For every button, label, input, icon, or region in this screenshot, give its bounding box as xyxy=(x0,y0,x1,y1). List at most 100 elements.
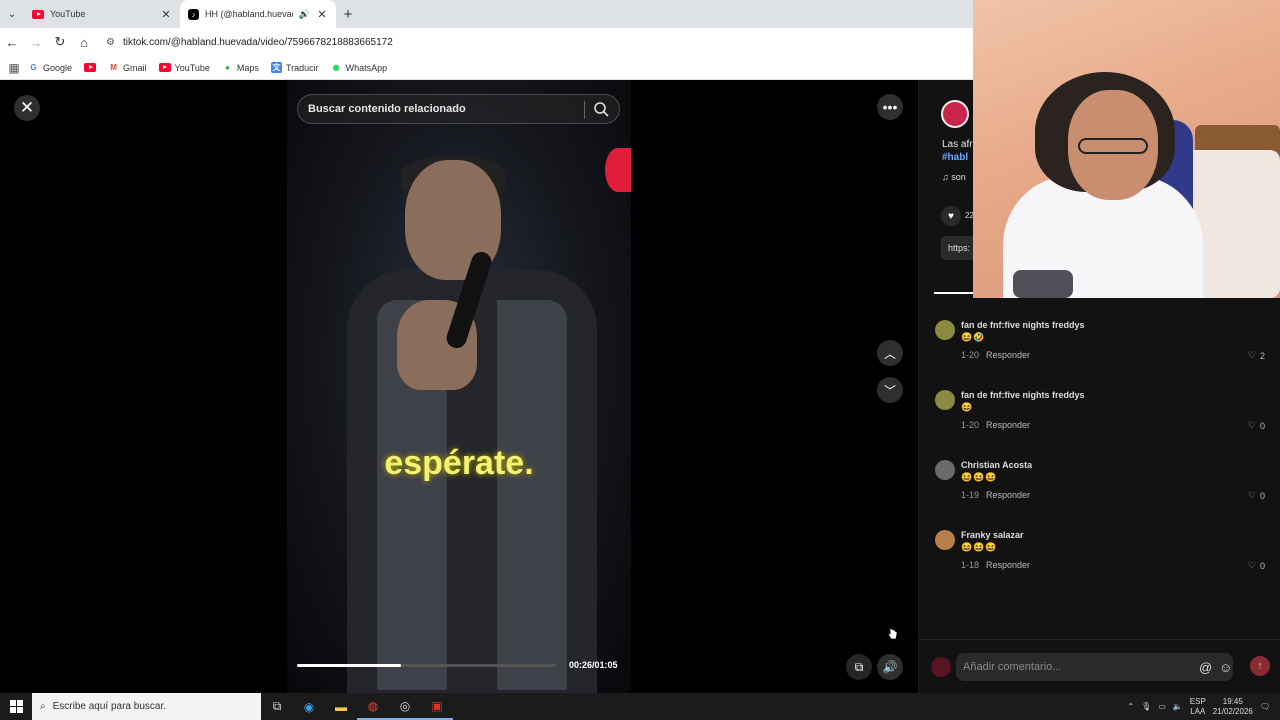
next-video-chevron-down-icon[interactable]: ﹀ xyxy=(877,377,903,403)
back-icon[interactable]: ← xyxy=(0,28,24,56)
commenter-name[interactable]: Christian Acosta xyxy=(961,460,1032,470)
close-video-button[interactable]: ✕ xyxy=(14,95,40,121)
tab-search-menu-button[interactable]: ⌄ xyxy=(0,0,24,28)
commenter-avatar[interactable] xyxy=(935,320,955,340)
commenter-name[interactable]: fan de fnf:five nights freddys xyxy=(961,320,1085,330)
reply-button[interactable]: Responder xyxy=(986,420,1030,430)
task-view-icon[interactable]: ⧉ xyxy=(261,693,293,720)
creator-avatar[interactable] xyxy=(941,100,969,128)
hand-cursor-icon xyxy=(887,626,897,640)
forward-icon[interactable]: → xyxy=(24,28,48,56)
floating-player-icon[interactable]: ⧉ xyxy=(846,654,872,680)
obs-recorder-icon[interactable]: ◎ xyxy=(389,693,421,720)
comments-tab-indicator xyxy=(934,292,974,294)
comment-text: 😆🤣 xyxy=(961,332,986,342)
comment-item: Christian Acosta 😆😆😆 1-19 Responder ♡ 0 xyxy=(919,450,1280,520)
translate-icon: 文 xyxy=(270,62,282,73)
search-icon: ⌕ xyxy=(40,701,46,712)
comment-like-button[interactable]: ♡ 2 xyxy=(1248,350,1265,361)
heart-outline-icon: ♡ xyxy=(1247,420,1256,430)
windows-taskbar: ⌕ Escribe aquí para buscar. ⧉ ◉ ▬ ◍ ◎ ▣ … xyxy=(0,693,1280,720)
chrome-icon[interactable]: ◍ xyxy=(357,693,389,720)
taskbar-search-input[interactable]: ⌕ Escribe aquí para buscar. xyxy=(32,693,261,720)
reload-icon[interactable]: ↻ xyxy=(48,28,72,56)
browser-toolbar: ← → ↻ ⌂ ⚙ tiktok.com/@habland.huevada/vi… xyxy=(0,28,973,56)
heart-outline-icon: ♡ xyxy=(1247,350,1256,360)
reply-button[interactable]: Responder xyxy=(986,350,1030,360)
apps-grid-icon[interactable]: ▦ xyxy=(0,61,28,75)
bookmark-maps[interactable]: ● Maps xyxy=(222,62,259,73)
file-explorer-icon[interactable]: ▬ xyxy=(325,693,357,720)
site-info-icon[interactable]: ⚙ xyxy=(106,37,115,48)
comment-item: Franky salazar 😆😆😆 1-18 Responder ♡ 0 xyxy=(919,520,1280,590)
video-player[interactable]: espérate. xyxy=(287,80,631,693)
chevron-up-icon[interactable]: ⌃ xyxy=(1127,702,1134,711)
address-bar[interactable]: ⚙ tiktok.com/@habland.huevada/video/7596… xyxy=(100,31,960,53)
reply-button[interactable]: Responder xyxy=(986,560,1030,570)
youtube-icon xyxy=(32,9,44,19)
close-tab-icon[interactable]: ✕ xyxy=(160,8,172,21)
comment-like-button[interactable]: ♡ 0 xyxy=(1248,560,1265,571)
comment-text: 😆😆😆 xyxy=(961,542,998,552)
emoji-smile-icon[interactable]: ☺ xyxy=(1219,660,1232,675)
language-indicator[interactable]: ESP LAA xyxy=(1190,697,1206,717)
comment-item: fan de fnf:five nights freddys 😆 1-20 Re… xyxy=(919,380,1280,450)
related-search-input[interactable]: Buscar contenido relacionado xyxy=(297,94,620,124)
mention-at-icon[interactable]: @ xyxy=(1199,660,1212,675)
tiktok-icon: ♪ xyxy=(188,8,199,20)
bookmarks-bar: ▦ G Google M Gmail YouTube ● Maps 文 Traducir… xyxy=(0,56,973,80)
comment-like-button[interactable]: ♡ 0 xyxy=(1248,490,1265,501)
music-row[interactable]: ♫ son xyxy=(942,172,966,182)
youtube-icon xyxy=(158,63,171,72)
comment-input[interactable]: Añadir comentario... xyxy=(956,653,1233,681)
bookmark-translate[interactable]: 文 Traducir xyxy=(270,62,319,73)
network-icon[interactable]: ▭ xyxy=(1158,702,1166,711)
volume-icon[interactable]: 🔈 xyxy=(1173,702,1183,711)
system-tray: ⌃ 🎙 ▭ 🔈 ESP LAA 19:45 21/02/2026 🗨 xyxy=(1127,693,1280,720)
comment-like-button[interactable]: ♡ 0 xyxy=(1248,420,1265,431)
music-note-icon: ♫ xyxy=(942,172,949,182)
webcam-overlay xyxy=(973,0,1280,298)
google-icon: G xyxy=(30,63,37,72)
video-frame-person xyxy=(347,156,597,693)
home-icon[interactable]: ⌂ xyxy=(72,28,96,56)
hashtag-link[interactable]: #habl xyxy=(942,151,973,164)
send-arrow-icon[interactable]: ↑ xyxy=(1250,656,1270,676)
reply-button[interactable]: Responder xyxy=(986,490,1030,500)
new-tab-button[interactable]: + xyxy=(336,0,360,28)
commenter-name[interactable]: Franky salazar xyxy=(961,530,1024,540)
bookmark-whatsapp[interactable]: ◉ WhatsApp xyxy=(331,62,388,73)
edge-browser-icon[interactable]: ◉ xyxy=(293,693,325,720)
video-progress-bar[interactable] xyxy=(297,664,556,667)
comment-composer: Añadir comentario... @ ☺ ↑ xyxy=(919,639,1280,693)
close-tab-icon[interactable]: ✕ xyxy=(316,8,328,21)
user-avatar xyxy=(931,657,951,677)
bookmark-gmail[interactable]: M Gmail xyxy=(108,62,146,73)
clock[interactable]: 19:45 21/02/2026 xyxy=(1213,697,1253,717)
heart-icon[interactable]: ♥ xyxy=(941,206,961,226)
comment-item: fan de fnf:five nights freddys 😆🤣 1-20 R… xyxy=(919,310,1280,380)
commenter-avatar[interactable] xyxy=(935,390,955,410)
speaker-icon[interactable]: 🔊 xyxy=(299,9,310,20)
tab-strip: ⌄ YouTube ✕ ♪ HH (@habland.huevada) | T … xyxy=(0,0,973,28)
search-icon[interactable] xyxy=(593,101,609,117)
bookmark-google[interactable]: G Google xyxy=(28,62,72,73)
notifications-icon[interactable]: 🗨 xyxy=(1260,702,1270,711)
heart-outline-icon: ♡ xyxy=(1247,560,1256,570)
tab-tiktok[interactable]: ♪ HH (@habland.huevada) | T 🔊 ✕ xyxy=(180,0,336,28)
bookmark-youtube-shortcut[interactable] xyxy=(84,63,97,72)
comment-text: 😆 xyxy=(961,402,974,412)
comment-date: 1-19 xyxy=(961,490,980,500)
volume-icon[interactable]: 🔊 xyxy=(877,654,903,680)
commenter-avatar[interactable] xyxy=(935,460,955,480)
comment-date: 1-20 xyxy=(961,420,980,430)
game-app-icon[interactable]: ▣ xyxy=(421,693,453,720)
bookmark-youtube[interactable]: YouTube xyxy=(158,63,210,73)
previous-video-chevron-up-icon[interactable]: ︿ xyxy=(877,340,903,366)
commenter-name[interactable]: fan de fnf:five nights freddys xyxy=(961,390,1085,400)
microphone-icon[interactable]: 🎙 xyxy=(1141,702,1151,711)
more-options-icon[interactable]: ••• xyxy=(877,94,903,120)
tab-youtube[interactable]: YouTube ✕ xyxy=(24,0,180,28)
windows-start-icon[interactable] xyxy=(0,700,32,713)
commenter-avatar[interactable] xyxy=(935,530,955,550)
